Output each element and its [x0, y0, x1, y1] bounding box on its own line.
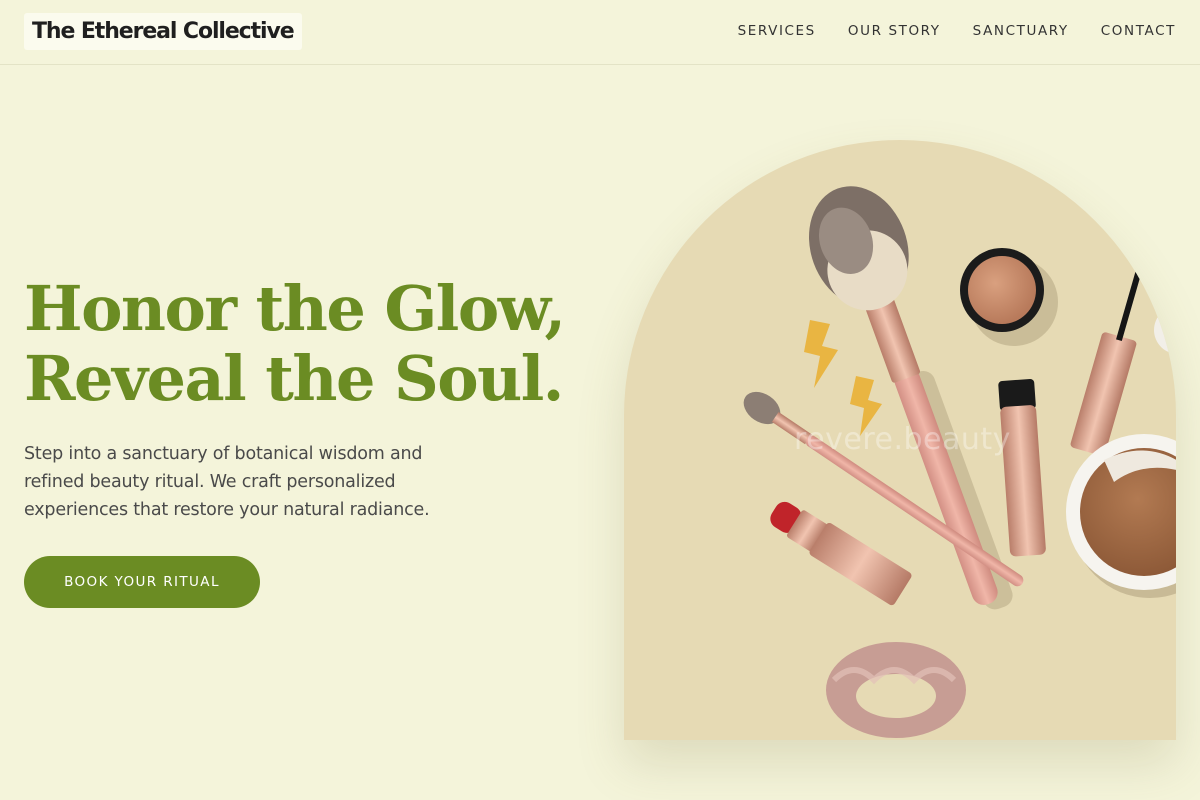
hero-headline-line-1: Honor the Glow, [24, 272, 566, 345]
image-watermark: revere.beauty [794, 422, 1011, 457]
eyeliner [1070, 258, 1145, 456]
nav-contact[interactable]: CONTACT [1101, 20, 1176, 42]
brand-logo[interactable]: The Ethereal Collective [24, 13, 302, 50]
hero-image: revere.beauty [624, 140, 1176, 740]
lipstick [770, 501, 912, 606]
mascara-tube [998, 379, 1046, 557]
hero-headline: Honor the Glow, Reveal the Soul. [24, 272, 566, 415]
nav-services[interactable]: SERVICES [738, 20, 816, 42]
eyeshadow-pot [960, 248, 1058, 346]
velvet-scrunchie [826, 642, 966, 738]
nav-sanctuary[interactable]: SANCTUARY [973, 20, 1069, 42]
hero-headline-line-2: Reveal the Soul. [24, 342, 564, 415]
hero-lead-text: Step into a sanctuary of botanical wisdo… [24, 444, 430, 520]
landing-page: The Ethereal Collective SERVICES OUR STO… [0, 0, 1200, 800]
lightning-earrings [804, 320, 882, 436]
book-ritual-button[interactable]: BOOK YOUR RITUAL [24, 556, 260, 608]
site-header: The Ethereal Collective SERVICES OUR STO… [0, 0, 1200, 65]
main-nav: SERVICES OUR STORY SANCTUARY CONTACT [738, 20, 1176, 42]
nav-our-story[interactable]: OUR STORY [848, 20, 941, 42]
